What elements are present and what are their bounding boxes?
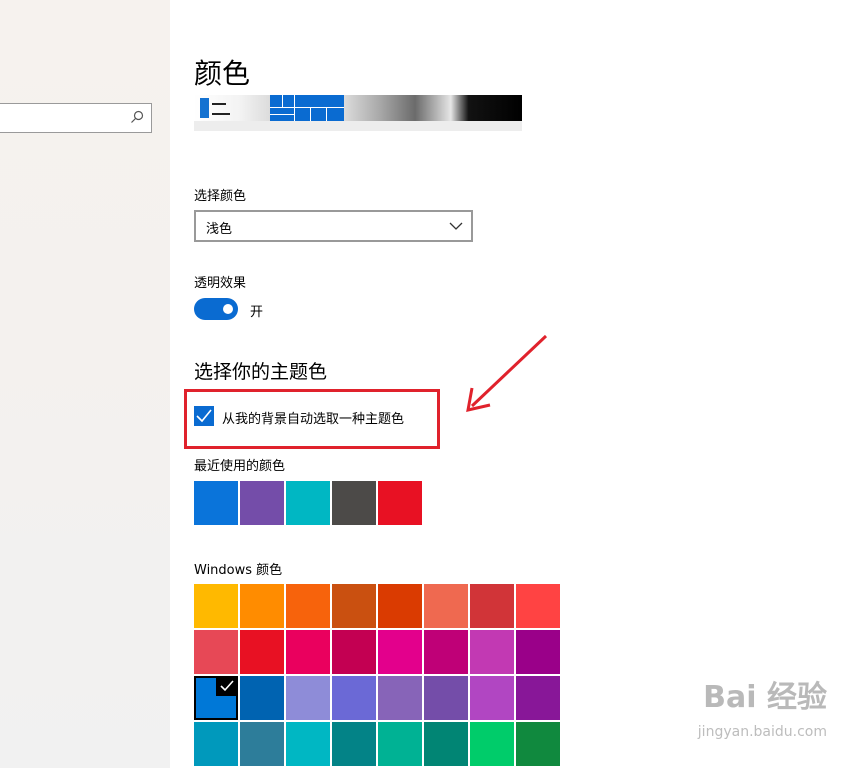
- windows-color-swatch[interactable]: [240, 630, 284, 674]
- windows-color-swatch[interactable]: [286, 676, 330, 720]
- watermark-url: jingyan.baidu.com: [697, 724, 827, 740]
- windows-colors-label: Windows 颜色: [194, 563, 283, 578]
- accent-section-title: 选择你的主题色: [194, 361, 328, 383]
- windows-color-swatch[interactable]: [194, 630, 238, 674]
- windows-color-swatch[interactable]: [378, 722, 422, 766]
- windows-color-swatch[interactable]: [378, 676, 422, 720]
- navigation-pane: [0, 0, 170, 768]
- choose-color-label: 选择颜色: [194, 189, 247, 204]
- windows-color-swatch[interactable]: [332, 722, 376, 766]
- preview-desktop-background: [344, 95, 522, 121]
- chevron-down-icon: [449, 222, 463, 230]
- recent-colors: [194, 481, 422, 525]
- preview-window-light: [194, 95, 270, 121]
- recent-color-swatch[interactable]: [378, 481, 422, 525]
- windows-color-swatch[interactable]: [424, 676, 468, 720]
- windows-color-swatch[interactable]: [378, 584, 422, 628]
- windows-color-swatch[interactable]: [240, 676, 284, 720]
- windows-color-swatch[interactable]: [424, 722, 468, 766]
- search-icon: [131, 110, 144, 123]
- windows-color-swatch[interactable]: [286, 630, 330, 674]
- windows-color-swatch[interactable]: [240, 584, 284, 628]
- windows-color-swatch[interactable]: [424, 584, 468, 628]
- windows-color-swatch[interactable]: [332, 630, 376, 674]
- windows-color-swatch[interactable]: [286, 584, 330, 628]
- windows-color-swatch[interactable]: [516, 676, 560, 720]
- recent-color-swatch[interactable]: [194, 481, 238, 525]
- recent-color-swatch[interactable]: [240, 481, 284, 525]
- windows-color-swatch[interactable]: [470, 676, 514, 720]
- colors-settings-page: 颜色 选择颜色 浅色 透明效果 开 选择你的主题色 从我的背景自动选取一种主题色…: [184, 0, 867, 768]
- windows-color-swatch[interactable]: [470, 584, 514, 628]
- windows-colors-grid: [194, 584, 560, 766]
- windows-color-swatch[interactable]: [332, 584, 376, 628]
- windows-color-swatch[interactable]: [516, 722, 560, 766]
- watermark-logo: Bai 经验: [703, 680, 827, 715]
- windows-color-swatch[interactable]: [470, 722, 514, 766]
- windows-color-swatch[interactable]: [516, 630, 560, 674]
- recent-colors-label: 最近使用的颜色: [194, 459, 286, 474]
- choose-color-value: 浅色: [206, 222, 233, 237]
- windows-color-swatch[interactable]: [240, 722, 284, 766]
- page-title: 颜色: [194, 57, 251, 90]
- windows-color-swatch[interactable]: [516, 584, 560, 628]
- windows-color-swatch[interactable]: [194, 584, 238, 628]
- settings-search-input[interactable]: [0, 103, 152, 133]
- transparency-label: 透明效果: [194, 276, 247, 291]
- windows-color-swatch[interactable]: [194, 676, 238, 720]
- windows-color-swatch[interactable]: [378, 630, 422, 674]
- windows-color-swatch[interactable]: [194, 722, 238, 766]
- theme-preview: [194, 95, 522, 131]
- recent-color-swatch[interactable]: [332, 481, 376, 525]
- preview-start-tiles: [270, 95, 344, 121]
- annotation-arrow-icon: [466, 334, 548, 412]
- transparency-toggle[interactable]: [194, 298, 238, 320]
- windows-color-swatch[interactable]: [286, 722, 330, 766]
- transparency-state: 开: [250, 305, 264, 320]
- toggle-knob: [223, 304, 233, 314]
- windows-color-swatch[interactable]: [424, 630, 468, 674]
- recent-color-swatch[interactable]: [286, 481, 330, 525]
- windows-color-swatch[interactable]: [332, 676, 376, 720]
- selected-check-icon: [216, 676, 238, 696]
- windows-color-swatch[interactable]: [470, 630, 514, 674]
- choose-color-dropdown[interactable]: 浅色: [194, 210, 473, 242]
- preview-taskbar: [194, 121, 522, 131]
- annotation-highlight-box: [184, 389, 440, 449]
